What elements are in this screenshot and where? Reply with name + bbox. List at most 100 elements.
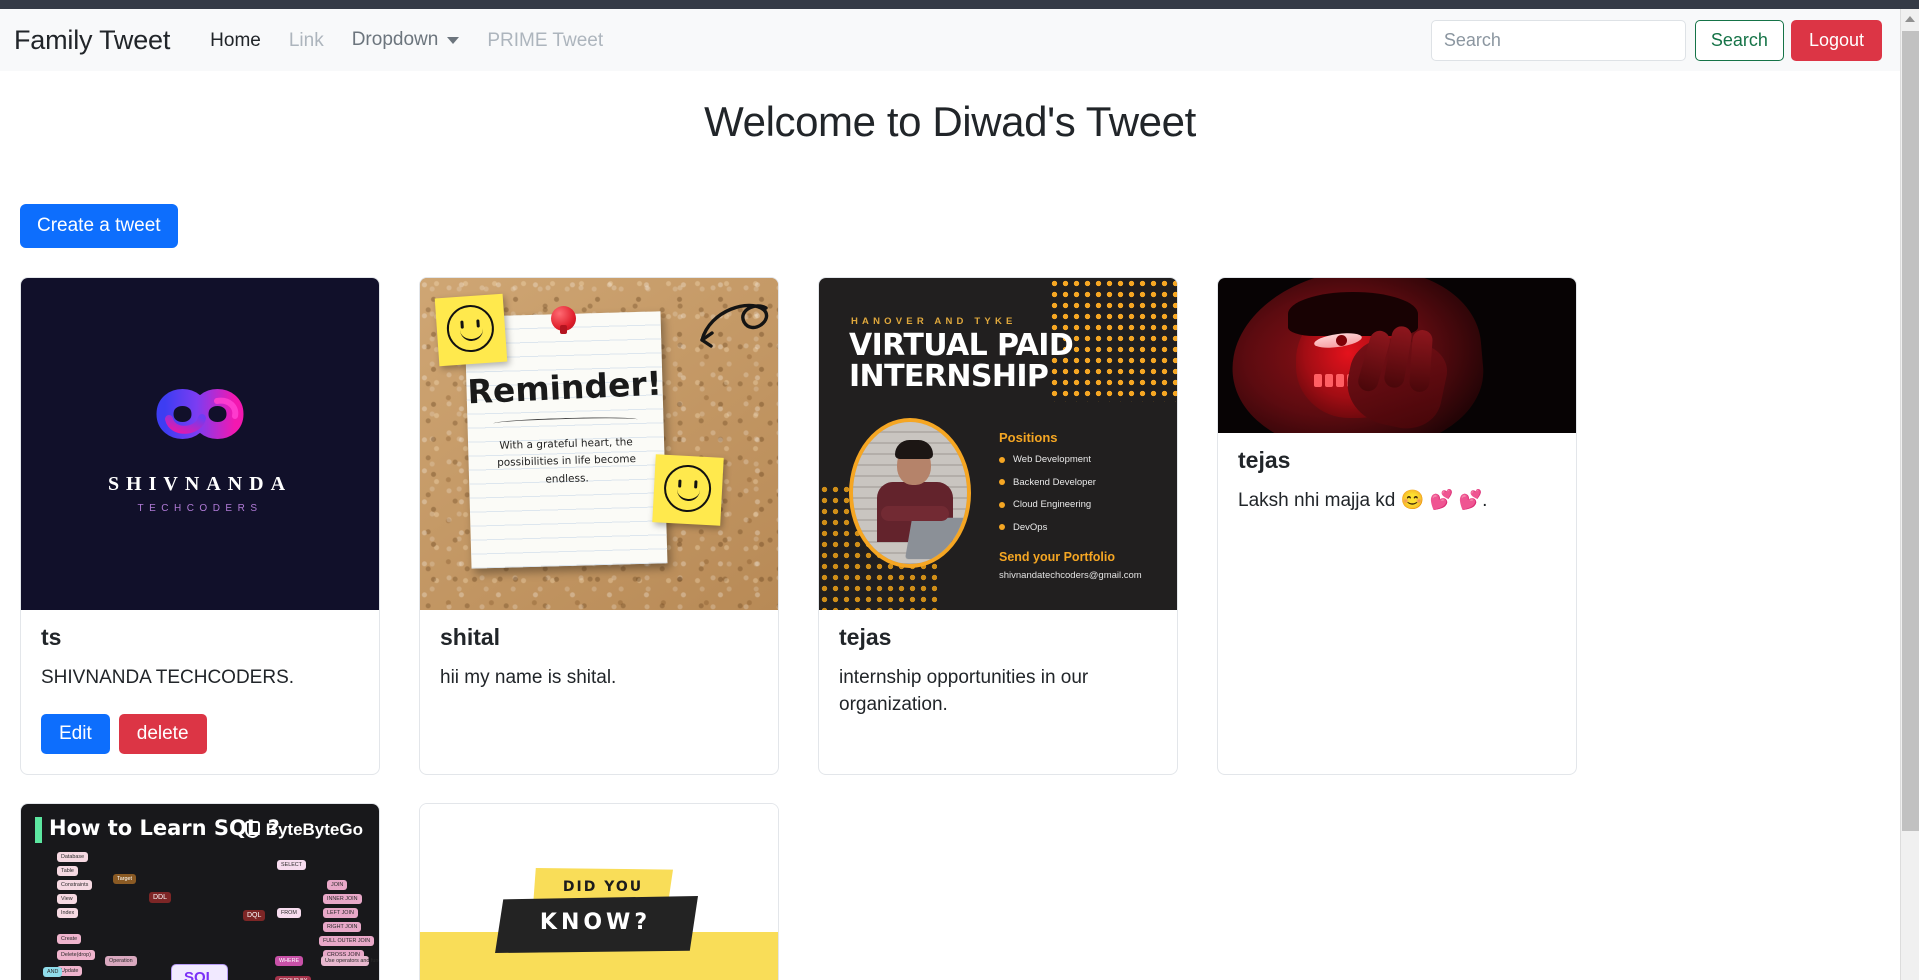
infinity-logo-icon [125, 375, 275, 453]
list-item: Cloud Engineering [999, 499, 1096, 510]
list-item: DevOps [999, 522, 1096, 533]
node-chip: Database [57, 851, 89, 863]
card-body: tejas Laksh nhi majja kd 😊 💕 💕. [1218, 433, 1576, 774]
shivnanda-brand-sub: TECHCODERS [137, 502, 263, 514]
smiley-face-icon [445, 303, 496, 354]
bytebytego-logo-icon [244, 821, 260, 839]
card-title: shital [440, 624, 501, 650]
node-chip: SELECT [277, 859, 306, 871]
group-chip: DDL [149, 891, 172, 904]
note-chip: Use operators and functions [321, 955, 379, 967]
position-label: Web Development [1013, 454, 1091, 465]
nav-link-link[interactable]: Link [275, 31, 338, 50]
nav-link-prime-tweet[interactable]: PRIME Tweet [473, 31, 617, 50]
join-chip: LEFT JOIN [323, 907, 358, 919]
node-chip: FROM [277, 907, 301, 919]
poster-headline-line1: VIRTUAL PAID [849, 328, 1074, 363]
push-pin-icon [551, 306, 576, 334]
card-title: tejas [1238, 447, 1291, 473]
node-chip: Delete(drop) [57, 949, 95, 961]
list-item: Web Development [999, 454, 1096, 465]
tweet-card[interactable]: DID YOU KNOW? [419, 802, 779, 980]
tweet-card[interactable]: Reminder! With a grateful heart, the pos… [419, 277, 779, 775]
nav-dropdown[interactable]: Dropdown [338, 29, 474, 51]
scrollbar-thumb[interactable] [1902, 31, 1919, 831]
bullet-icon [999, 479, 1005, 485]
scroll-up-arrow-icon[interactable] [1901, 9, 1919, 29]
did-you-know-banner-image: DID YOU KNOW? [420, 803, 778, 980]
navbar: Family Tweet Home Link Dropdown PRIME Tw… [0, 9, 1900, 71]
browser-top-strip [0, 0, 1919, 9]
virtual-paid-internship-poster-image: HANOVER AND TYKE VIRTUAL PAID INTERNSHIP… [819, 278, 1177, 610]
group-chip: Operation [105, 955, 137, 967]
bullet-icon [999, 501, 1005, 508]
search-input[interactable] [1430, 19, 1686, 61]
card-text: SHIVNANDA TECHCODERS. [41, 667, 295, 688]
node-chip: Table [57, 865, 78, 877]
navbar-right-group: Search Logout [1430, 19, 1882, 61]
card-title: ts [41, 624, 62, 650]
card-title: tejas [839, 624, 892, 650]
curved-arrow-icon [700, 303, 769, 348]
know-label-block: KNOW? [495, 895, 698, 953]
card-actions: Edit delete [41, 713, 359, 754]
portfolio-email: shivnandatechcoders@gmail.com [999, 570, 1142, 581]
position-label: Backend Developer [1013, 476, 1096, 488]
join-chip: FULL OUTER JOIN [319, 935, 375, 947]
shivnanda-techcoders-logo-image: SHIVNANDA TECHCODERS [21, 278, 379, 610]
position-label: DevOps [1013, 521, 1048, 533]
card-body: ts SHIVNANDA TECHCODERS. Edit delete [21, 610, 379, 774]
nav-link-home[interactable]: Home [196, 31, 275, 50]
positions-heading: Positions [999, 430, 1058, 445]
note-divider [493, 415, 638, 428]
nav-links: Home Link Dropdown PRIME Tweet [196, 29, 617, 51]
did-you-label: DID YOU [562, 878, 644, 895]
node-chip: Create [57, 933, 82, 945]
portfolio-heading: Send your Portfolio [999, 550, 1115, 564]
poster-headline: VIRTUAL PAID INTERNSHIP [849, 328, 1074, 395]
page-title: Welcome to Diwad's Tweet [704, 98, 1196, 145]
tweet-card[interactable]: SHIVNANDA TECHCODERS ts SHIVNANDA TECHCO… [20, 277, 380, 775]
position-label: Cloud Engineering [1013, 499, 1092, 510]
create-tweet-button[interactable]: Create a tweet [20, 204, 178, 248]
how-to-learn-sql-diagram-image: How to Learn SQL ? ByteByteGo Database T… [21, 803, 379, 980]
join-chip: RIGHT JOIN [323, 921, 362, 933]
sql-center-label: SQL [171, 963, 228, 980]
reminder-body-text: With a grateful heart, the possibilities… [496, 436, 637, 486]
person-photo [849, 418, 971, 568]
poster-headline-line2: INTERNSHIP [849, 359, 1049, 395]
edit-button[interactable]: Edit [41, 713, 110, 754]
reminder-corkboard-note-image: Reminder! With a grateful heart, the pos… [420, 278, 778, 610]
app-root: Family Tweet Home Link Dropdown PRIME Tw… [0, 0, 1919, 980]
smiley-face-icon [662, 463, 713, 514]
delete-button[interactable]: delete [118, 713, 207, 754]
tweet-card[interactable]: tejas Laksh nhi majja kd 😊 💕 💕. [1217, 277, 1577, 775]
group-chip: Target [113, 873, 136, 885]
sticky-note-top-left [434, 293, 508, 367]
search-button[interactable]: Search [1694, 19, 1784, 61]
tweet-card-grid: SHIVNANDA TECHCODERS ts SHIVNANDA TECHCO… [20, 277, 1880, 980]
dql-chip: DQL [243, 909, 266, 922]
list-item: Backend Developer [999, 477, 1096, 488]
tweet-card[interactable]: HANOVER AND TYKE VIRTUAL PAID INTERNSHIP… [818, 277, 1178, 775]
bytebytego-label: ByteByteGo [265, 819, 363, 839]
logout-button[interactable]: Logout [1790, 19, 1882, 61]
shivnanda-brand-name: SHIVNANDA [107, 472, 293, 495]
reminder-heading: Reminder! [466, 363, 663, 412]
logic-chip: AND [43, 966, 63, 978]
node-chip: GROUP BY [275, 975, 312, 980]
poster-kicker: HANOVER AND TYKE [851, 316, 1017, 327]
card-text: hii my name is shital. [440, 667, 617, 688]
join-chip: JOIN [327, 879, 348, 891]
bytebytego-brand: ByteByteGo [244, 819, 363, 840]
node-chip: View [57, 893, 77, 905]
card-body: tejas internship opportunities in our or… [819, 610, 1177, 774]
know-label: KNOW? [539, 909, 652, 935]
tweet-card[interactable]: How to Learn SQL ? ByteByteGo Database T… [20, 802, 380, 980]
node-chip: Constraints [57, 879, 93, 891]
bullet-icon [999, 524, 1005, 530]
red-anime-character-image [1218, 278, 1576, 433]
card-text: Laksh nhi majja kd 😊 💕 💕. [1238, 490, 1488, 511]
brand-title[interactable]: Family Tweet [14, 25, 170, 56]
page-scrollbar[interactable] [1900, 9, 1919, 980]
